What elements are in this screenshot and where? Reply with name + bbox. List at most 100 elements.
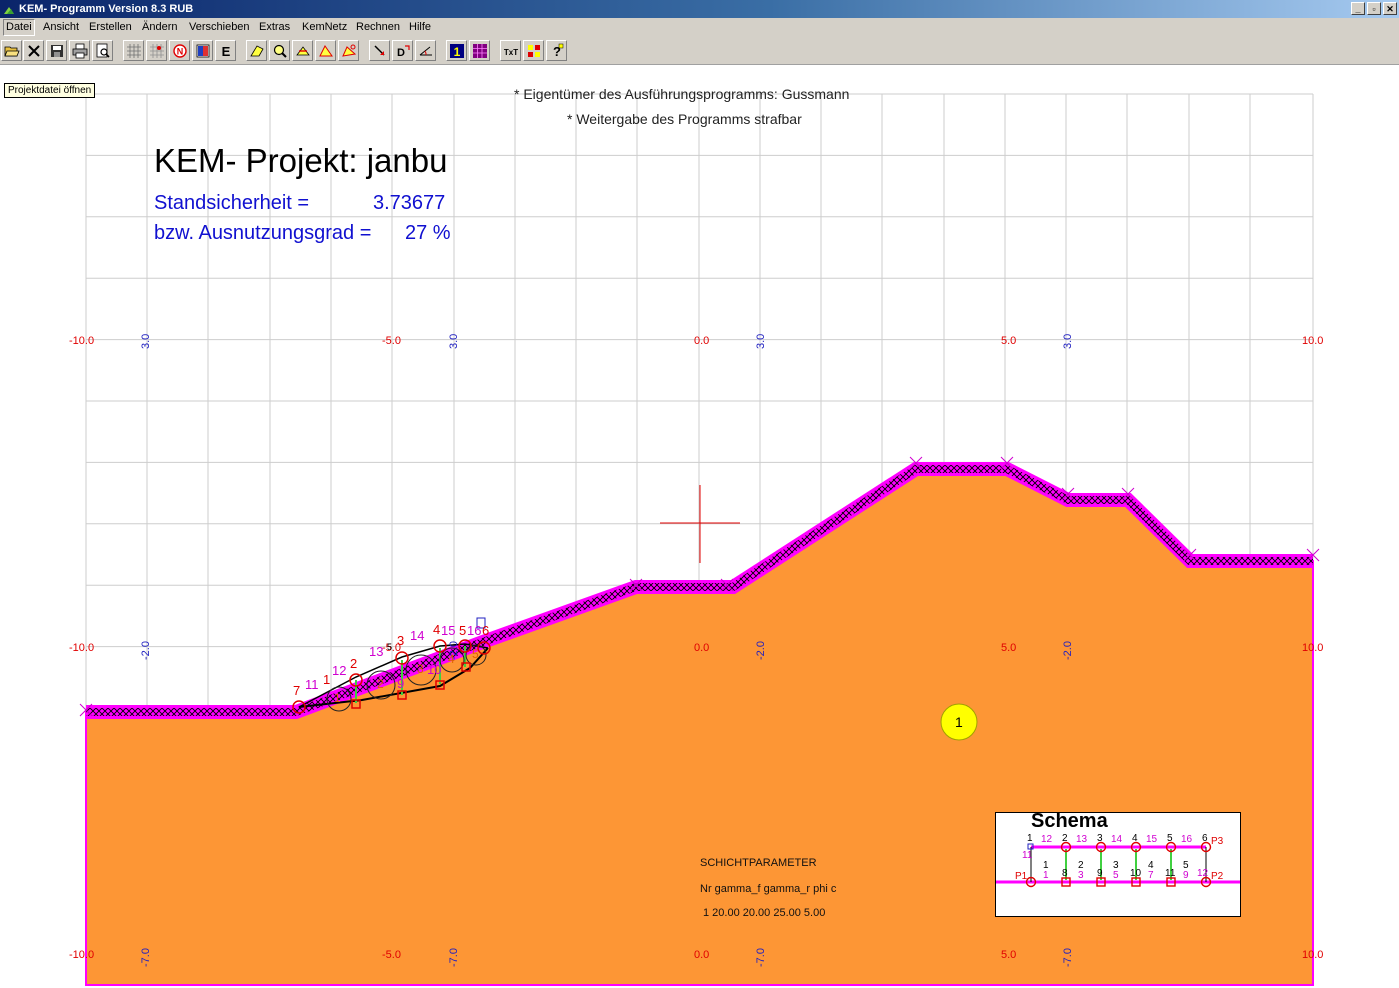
- app-icon: [4, 7, 14, 14]
- schema-label: 10: [1130, 868, 1142, 879]
- axis-label-blue: -7.0: [140, 948, 152, 967]
- text-icon: TxT: [504, 48, 518, 57]
- minimize-button[interactable]: _: [1351, 2, 1365, 15]
- project-title: KEM- Projekt: janbu: [154, 142, 448, 179]
- save-icon: [51, 45, 63, 57]
- schema-panel: Schema 1 2 3 4 5 6 12 13 14 15 16 1 2 3 …: [995, 810, 1241, 917]
- menu-rechnen[interactable]: Rechnen: [354, 20, 402, 35]
- menu-ansicht[interactable]: Ansicht: [41, 20, 81, 35]
- text-button[interactable]: TxT: [500, 40, 521, 61]
- e-button[interactable]: E: [215, 40, 236, 61]
- tooltip: Projektdatei öffnen: [4, 83, 96, 98]
- axis-label-red: 10.0: [1302, 949, 1324, 961]
- axis-label-blue: 3.0: [448, 333, 460, 349]
- help-button[interactable]: ?: [546, 40, 567, 61]
- zoom-button[interactable]: [269, 40, 290, 61]
- slice-number: 2: [377, 677, 384, 691]
- schema-label: 4: [1132, 833, 1138, 844]
- menu-erstellen[interactable]: Erstellen: [87, 20, 134, 35]
- axis-label-blue: -7.0: [755, 948, 767, 967]
- d-button[interactable]: D: [392, 40, 413, 61]
- axis-label-blue: -7.0: [448, 948, 460, 967]
- safety-value: 3.73677: [373, 192, 446, 214]
- safety-label: Standsicherheit =: [154, 192, 310, 214]
- one-button[interactable]: 1: [446, 40, 467, 61]
- schema-label: 3: [1097, 833, 1103, 844]
- axis-label-red: -5.0: [382, 335, 401, 347]
- grid-button[interactable]: [123, 40, 144, 61]
- grid-point-button[interactable]: [146, 40, 167, 61]
- schema-label: 12: [1041, 834, 1053, 845]
- grid-point-icon: [150, 44, 164, 58]
- one-icon: 1: [450, 44, 464, 59]
- axis-label-red: 5.0: [1001, 335, 1017, 347]
- menu-datei[interactable]: Datei: [3, 19, 35, 36]
- slice-number: 3: [417, 662, 424, 676]
- menu-extras[interactable]: Extras: [257, 20, 292, 35]
- node-label: 10: [427, 662, 442, 677]
- rotate-button[interactable]: [338, 40, 359, 61]
- svg-text:D: D: [397, 47, 405, 59]
- axis-label-red: 0.0: [694, 949, 710, 961]
- slice-number: 1: [334, 691, 341, 705]
- node-label: 1: [323, 672, 331, 687]
- schema-label: 1: [1027, 833, 1033, 844]
- copyright-notice: * Weitergabe des Programms strafbar: [567, 111, 802, 127]
- schema-label: 8: [1062, 868, 1068, 879]
- close-icon: [28, 45, 40, 57]
- rotate-icon: [342, 44, 357, 57]
- open-button[interactable]: [1, 40, 22, 61]
- axis-label-red: 10.0: [1302, 642, 1324, 654]
- axis-label-red: 0.0: [694, 642, 710, 654]
- axis-label-blue: -2.0: [1062, 641, 1074, 660]
- schema-label: 2: [1062, 833, 1068, 844]
- node-label: 14: [410, 628, 425, 643]
- svg-text:E: E: [222, 44, 231, 59]
- close-file-button[interactable]: [23, 40, 44, 61]
- matrix-button[interactable]: [469, 40, 490, 61]
- axis-label-blue: 3.0: [140, 333, 152, 349]
- e-icon: E: [222, 44, 231, 59]
- schicht-columns: Nr gamma_f gamma_r phi c: [700, 883, 837, 895]
- title-bar: KEM- Programm Version 8.3 RUB _ ▫ ✕: [0, 0, 1399, 18]
- menu-kemnetz[interactable]: KemNetz: [300, 20, 349, 35]
- print-preview-button[interactable]: [92, 40, 113, 61]
- menu-aendern[interactable]: Ändern: [140, 20, 179, 35]
- axis-label-red: -5.0: [382, 949, 401, 961]
- menu-hilfe[interactable]: Hilfe: [407, 20, 433, 35]
- layer-button[interactable]: [192, 40, 213, 61]
- slice-number: 5: [472, 647, 479, 661]
- layer-number: 1: [955, 714, 963, 730]
- node-label: 12: [332, 663, 347, 678]
- schicht-heading: SCHICHTPARAMETER: [700, 857, 817, 869]
- node-label: 13: [369, 644, 384, 659]
- edit-polygon-button[interactable]: [246, 40, 267, 61]
- grid-icon: [127, 44, 141, 58]
- angle-button[interactable]: [415, 40, 436, 61]
- schema-label: 11: [1022, 850, 1033, 861]
- axis-label-blue: -7.0: [1062, 948, 1074, 967]
- node-label: 3: [397, 633, 405, 648]
- schema-point: P1: [1015, 871, 1028, 882]
- move-button[interactable]: [292, 40, 313, 61]
- close-button[interactable]: ✕: [1383, 2, 1397, 15]
- toolbar: N E D 1 TxT ?: [0, 37, 1399, 65]
- print-button[interactable]: [69, 40, 90, 61]
- slice-number: 4: [448, 652, 455, 666]
- axis-label-red: -10.0: [69, 949, 95, 961]
- print-icon: [72, 43, 88, 59]
- triangle-button[interactable]: [315, 40, 336, 61]
- node-label: 2: [350, 656, 358, 671]
- triangle-icon: [319, 45, 333, 57]
- restore-button[interactable]: ▫: [1367, 2, 1381, 15]
- help-icon: ?: [553, 43, 564, 59]
- arrow-down-button[interactable]: [369, 40, 390, 61]
- schema-label: 1: [1043, 870, 1049, 881]
- schema-label: 16: [1181, 834, 1193, 845]
- menu-verschieben[interactable]: Verschieben: [187, 20, 252, 35]
- utilization-label: bzw. Ausnutzungsgrad =: [154, 222, 372, 244]
- node-label: 9: [397, 676, 405, 691]
- palette-button[interactable]: [523, 40, 544, 61]
- north-button[interactable]: N: [169, 40, 190, 61]
- save-button[interactable]: [46, 40, 67, 61]
